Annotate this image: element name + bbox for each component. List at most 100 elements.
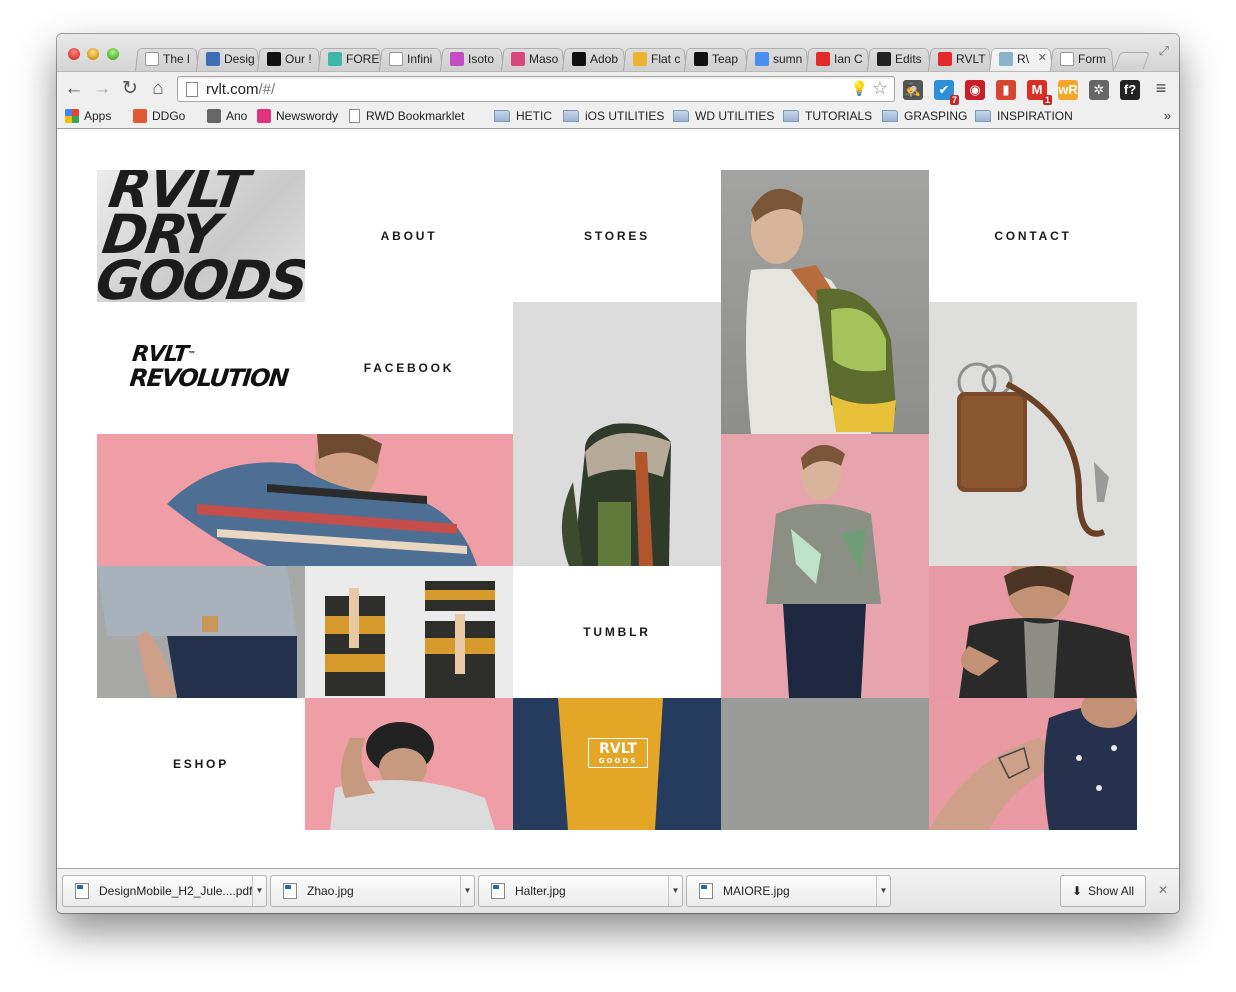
lightbulb-icon[interactable]: 💡 (851, 80, 868, 97)
download-item[interactable]: MAIORE.jpg ▼ (686, 875, 891, 907)
photo-chambray-shirt[interactable] (97, 566, 305, 698)
nav-facebook[interactable]: FACEBOOK (305, 302, 513, 434)
browser-tab[interactable]: sumn (745, 46, 809, 71)
photo-rvlt-tee[interactable]: RVLT GOODS (513, 698, 721, 830)
bookmark-item[interactable]: Newswordy (257, 109, 338, 123)
download-item[interactable]: Halter.jpg ▼ (478, 875, 683, 907)
download-filename: DesignMobile_H2_Jule....pdf (99, 884, 253, 898)
rvlt-dry-goods-poster[interactable]: RVLT DRY GOODS (97, 170, 305, 302)
back-icon[interactable]: ← (63, 78, 85, 100)
browser-tab[interactable]: Maso (501, 46, 565, 71)
browser-tab[interactable]: FORE (318, 46, 382, 71)
nav-eshop[interactable]: ESHOP (97, 698, 305, 830)
spy-icon[interactable]: 🕵 (903, 80, 923, 100)
bookmark-item[interactable]: Ano (207, 109, 247, 123)
tab-label: Our ! (285, 51, 312, 66)
bookmark-item[interactable]: RWD Bookmarklet (349, 109, 464, 123)
bug-icon[interactable]: ✲ (1089, 80, 1109, 100)
download-item[interactable]: DesignMobile_H2_Jule....pdf ▼ (62, 875, 267, 907)
nav-tumblr[interactable]: TUMBLR (513, 566, 721, 698)
bookmark-item[interactable]: iOS UTILITIES (563, 109, 664, 123)
tab-close-icon[interactable]: ✕ (1038, 51, 1047, 64)
nav-label: FACEBOOK (363, 361, 455, 375)
favicon-icon (257, 109, 271, 123)
cap-model-illustration (330, 722, 495, 830)
browser-tab[interactable]: Adob (562, 46, 626, 71)
browser-tab[interactable]: Flat c (623, 46, 687, 71)
font-icon[interactable]: f? (1120, 80, 1140, 100)
fullscreen-icon[interactable]: ⤢ (1159, 43, 1169, 59)
lastpass-icon[interactable]: ◉ (965, 80, 985, 100)
bookmark-item[interactable]: WD UTILITIES (673, 109, 774, 123)
browser-tab[interactable]: Isoto (440, 46, 504, 71)
minimize-window-button[interactable] (87, 48, 99, 60)
forward-icon[interactable]: → (91, 78, 113, 100)
browser-tab[interactable]: RVLT (928, 46, 992, 71)
browser-tab[interactable]: Infini (379, 46, 443, 71)
browser-tab[interactable]: Desig (196, 46, 260, 71)
dropdown-arrow-icon[interactable]: ▼ (252, 876, 266, 906)
address-bar[interactable]: rvlt.com/#/ 💡 ☆ (177, 76, 895, 102)
patterned-shirt-illustration (167, 434, 477, 566)
bookmark-apps[interactable]: Apps (65, 109, 111, 123)
browser-tab[interactable]: Our ! (257, 46, 321, 71)
tab-label: Flat c (651, 51, 681, 66)
download-item[interactable]: Zhao.jpg ▼ (270, 875, 475, 907)
bookmark-item[interactable]: INSPIRATION (975, 109, 1073, 123)
bookmark-item[interactable]: HETIC (494, 109, 552, 123)
gmail-icon[interactable]: M1 (1027, 80, 1052, 105)
photo-man-patterned-shirt[interactable] (97, 434, 513, 566)
grid-icon (206, 51, 220, 66)
photo-man-pale-sweater[interactable] (721, 434, 929, 698)
bookmark-item[interactable]: GRASPING (882, 109, 967, 123)
download-filename: Halter.jpg (515, 884, 566, 898)
new-tab-button[interactable] (1113, 52, 1151, 69)
browser-tab[interactable]: Ian C (806, 46, 870, 71)
photo-backpack-product[interactable] (513, 302, 721, 566)
browser-tab[interactable]: Edits (867, 46, 931, 71)
edits-icon (877, 51, 891, 66)
nav-label: ABOUT (380, 229, 438, 243)
wr-icon[interactable]: wR (1058, 80, 1078, 100)
photo-tattooed-arm[interactable] (929, 698, 1137, 830)
tab-label: Adob (590, 51, 619, 66)
sweater-model-illustration (766, 444, 881, 698)
photo-man-with-cap[interactable] (305, 698, 513, 830)
photo-fabric-pouches[interactable] (305, 566, 513, 698)
dropdown-arrow-icon[interactable]: ▼ (460, 876, 474, 906)
circle-icon (938, 51, 952, 66)
rvlt-revolution-logo[interactable]: RVLT™ REVOLUTION (97, 302, 305, 434)
tab-label: Desig (224, 51, 255, 66)
photo-leather-jacket[interactable] (929, 566, 1137, 698)
bookmark-label: INSPIRATION (997, 109, 1073, 123)
close-shelf-icon[interactable]: ✕ (1158, 883, 1168, 897)
browser-tab[interactable]: R\ ✕ (989, 46, 1053, 71)
show-all-downloads-button[interactable]: ⬇ Show All (1060, 875, 1146, 907)
bookmark-label: WD UTILITIES (695, 109, 775, 123)
dropdown-arrow-icon[interactable]: ▼ (876, 876, 890, 906)
download-filename: Zhao.jpg (307, 884, 354, 898)
bookmark-star-icon[interactable]: ☆ (872, 78, 888, 99)
close-window-button[interactable] (68, 48, 80, 60)
dropdown-arrow-icon[interactable]: ▼ (668, 876, 682, 906)
check-icon[interactable]: ✔ 7 (934, 80, 959, 105)
bookmark-item[interactable]: DDGo (133, 109, 185, 123)
bookmark-item[interactable]: TUTORIALS (783, 109, 872, 123)
bookmarks-overflow-button[interactable]: » (1164, 108, 1171, 123)
nav-label: ESHOP (172, 757, 229, 771)
browser-tab[interactable]: Form (1050, 46, 1114, 71)
bookmark-icon[interactable]: ▮ (996, 80, 1016, 100)
folder-icon (882, 110, 898, 122)
nav-stores[interactable]: STORES (513, 170, 721, 302)
zoom-window-button[interactable] (107, 48, 119, 60)
browser-tab[interactable]: Teap (684, 46, 748, 71)
browser-tab[interactable]: The l (135, 46, 199, 71)
reload-icon[interactable]: ↻ (119, 78, 141, 100)
page-content: RVLT DRY GOODS ABOUT STORES CONTACT RVLT… (57, 130, 1179, 868)
home-icon[interactable]: ⌂ (147, 78, 169, 100)
photo-man-with-backpack[interactable] (721, 170, 929, 434)
nav-contact[interactable]: CONTACT (929, 170, 1137, 302)
photo-leather-wallet[interactable] (929, 302, 1137, 566)
nav-about[interactable]: ABOUT (305, 170, 513, 302)
menu-icon[interactable]: ≡ (1150, 77, 1172, 99)
